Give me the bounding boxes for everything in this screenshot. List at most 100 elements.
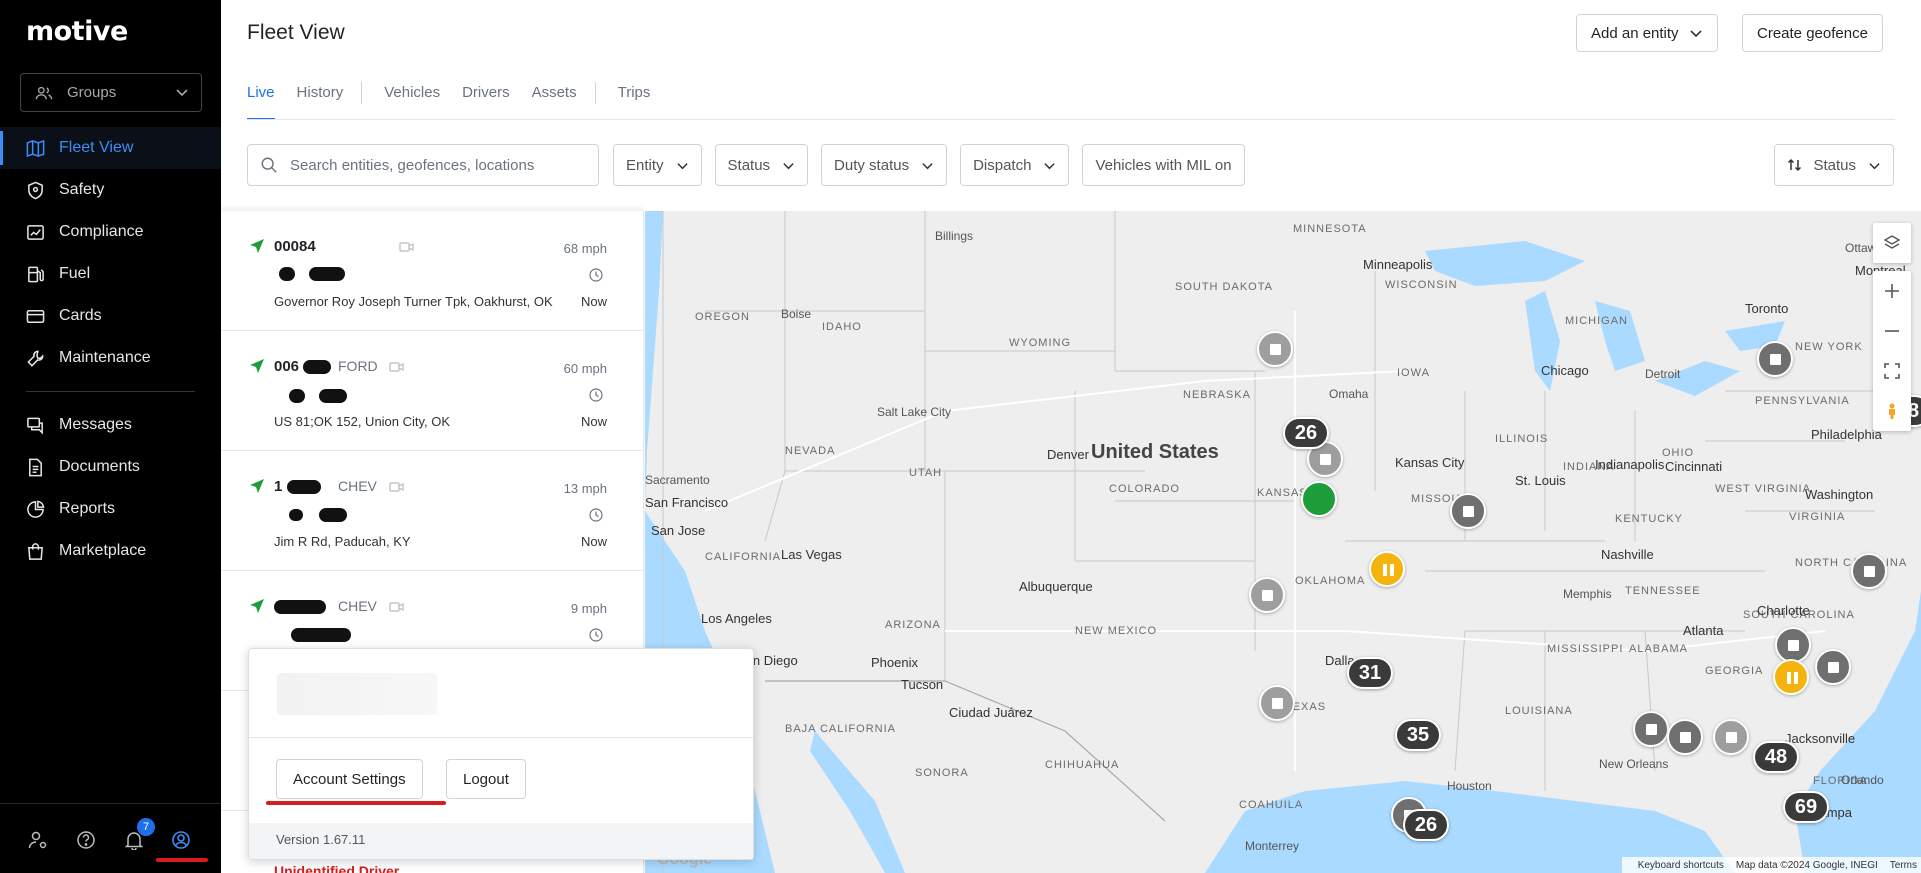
camera-icon [389, 482, 404, 492]
logout-button[interactable]: Logout [446, 759, 526, 799]
account-icon[interactable] [171, 830, 191, 850]
status-filter[interactable]: Status [714, 144, 809, 186]
fleet-map[interactable]: MINNESOTA SOUTH DAKOTA WISCONSIN MICHIGA… [645, 211, 1921, 873]
vehicle-cluster[interactable]: 35 [1395, 719, 1441, 751]
tab-drivers[interactable]: Drivers [462, 84, 510, 120]
tab-trips[interactable]: Trips [618, 84, 651, 120]
zoom-out-button[interactable] [1873, 311, 1911, 351]
version-text: Version 1.67.11 [249, 823, 753, 859]
minus-icon [1885, 330, 1899, 332]
help-icon[interactable] [76, 830, 96, 850]
clock-icon [589, 268, 603, 282]
sidebar-item-documents[interactable]: Documents [0, 446, 221, 488]
mil-filter-button[interactable]: Vehicles with MIL on [1082, 144, 1245, 186]
sidebar-item-messages[interactable]: Messages [0, 404, 221, 446]
account-settings-button[interactable]: Account Settings [276, 759, 423, 799]
sidebar-item-reports[interactable]: Reports [0, 488, 221, 530]
vehicle-cluster[interactable]: 26 [1403, 809, 1449, 841]
add-entity-button[interactable]: Add an entity [1576, 14, 1718, 52]
chevron-down-icon [922, 162, 933, 169]
camera-icon [399, 242, 414, 252]
user-settings-icon[interactable] [28, 830, 48, 850]
layers-button[interactable] [1873, 223, 1911, 263]
vehicle-row[interactable]: 1 CHEV 13 mph Jim R Rd, Paducah, KY Now [221, 451, 643, 571]
map-city-label: Omaha [1329, 387, 1369, 401]
vehicle-cluster[interactable]: 69 [1783, 791, 1829, 823]
account-highlight-underline [156, 858, 208, 862]
map-state-label: PENNSYLVANIA [1755, 395, 1850, 407]
create-geofence-label: Create geofence [1757, 24, 1868, 42]
sidebar-item-compliance[interactable]: Compliance [0, 211, 221, 253]
vehicle-time: Now [580, 414, 607, 429]
map-city-label: Washington [1805, 487, 1874, 502]
vehicle-marker[interactable] [1815, 649, 1851, 685]
vehicle-marker[interactable] [1851, 553, 1887, 589]
map-state-label: OHIO [1662, 447, 1695, 459]
clock-icon [589, 508, 603, 522]
driver-name-redacted [269, 387, 359, 403]
terms-link[interactable]: Terms [1890, 860, 1917, 871]
vehicle-row[interactable]: 006 FORD 60 mph US 81;OK 152, Union City… [221, 331, 643, 451]
entity-filter[interactable]: Entity [613, 144, 702, 186]
card-icon [26, 309, 45, 323]
vehicle-marker[interactable] [1450, 493, 1486, 529]
groups-dropdown[interactable]: Groups [20, 73, 202, 112]
tab-vehicles[interactable]: Vehicles [384, 84, 440, 120]
vehicle-marker[interactable] [1713, 719, 1749, 755]
map-state-label: COLORADO [1109, 483, 1180, 495]
vehicle-cluster[interactable]: 48 [1753, 741, 1799, 773]
vehicle-marker[interactable] [1633, 711, 1669, 747]
create-geofence-button[interactable]: Create geofence [1742, 14, 1883, 52]
sort-button[interactable]: Status [1774, 144, 1894, 186]
vehicle-marker[interactable] [1667, 719, 1703, 755]
zoom-in-button[interactable] [1873, 271, 1911, 311]
sidebar-item-safety[interactable]: Safety [0, 169, 221, 211]
vehicle-marker-moving[interactable] [1301, 481, 1337, 517]
vehicle-marker-idle[interactable] [1773, 659, 1809, 695]
map-city-label: Cincinnati [1665, 459, 1723, 474]
vehicle-marker-idle[interactable] [1369, 551, 1405, 587]
map-state-label: ARIZONA [885, 619, 941, 631]
keyboard-shortcuts-link[interactable]: Keyboard shortcuts [1638, 860, 1724, 871]
sidebar-item-fleet-view[interactable]: Fleet View [0, 127, 221, 169]
camera-icon [389, 602, 404, 612]
vehicle-marker[interactable] [1259, 685, 1295, 721]
duty-status-filter[interactable]: Duty status [821, 144, 948, 186]
shield-icon [28, 181, 43, 199]
map-state-label: IOWA [1397, 367, 1430, 379]
account-settings-highlight [266, 801, 446, 805]
map-city-label: Kansas City [1395, 455, 1465, 470]
vehicle-cluster[interactable]: 26 [1283, 417, 1329, 449]
map-state-label: CHIHUAHUA [1045, 759, 1120, 771]
popup-divider [249, 737, 753, 738]
map-layers-control[interactable] [1873, 223, 1911, 263]
map-state-label: IDAHO [822, 321, 862, 333]
vehicle-marker[interactable] [1757, 341, 1793, 377]
user-name-blurred [277, 673, 437, 715]
search-box[interactable] [247, 144, 599, 186]
tab-assets[interactable]: Assets [532, 84, 577, 120]
dispatch-filter[interactable]: Dispatch [960, 144, 1070, 186]
vehicle-marker[interactable] [1775, 627, 1811, 663]
map-city-label: Phoenix [871, 655, 918, 670]
vehicle-row[interactable]: 00084 68 mph Governor Roy Joseph Turner … [221, 211, 643, 331]
vehicle-marker[interactable] [1257, 331, 1293, 367]
street-view-button[interactable] [1873, 391, 1911, 431]
fullscreen-button[interactable] [1873, 351, 1911, 391]
motive-logo[interactable]: motive [26, 16, 128, 47]
tab-history[interactable]: History [297, 84, 344, 120]
sidebar-item-marketplace[interactable]: Marketplace [0, 530, 221, 572]
vehicle-marker[interactable] [1249, 577, 1285, 613]
tab-live[interactable]: Live [247, 84, 275, 120]
vehicle-cluster[interactable]: 31 [1347, 657, 1393, 689]
map-city-label: Denver [1047, 447, 1089, 462]
map-state-label: MICHIGAN [1565, 315, 1628, 327]
vehicle-speed: 68 mph [563, 241, 607, 256]
sidebar-item-cards[interactable]: Cards [0, 295, 221, 337]
unidentified-driver-label: Unidentified Driver [274, 863, 400, 873]
search-input[interactable] [290, 156, 580, 174]
sidebar-item-fuel[interactable]: Fuel [0, 253, 221, 295]
driver-name-redacted [269, 507, 359, 522]
sidebar-item-maintenance[interactable]: Maintenance [0, 337, 221, 379]
sidebar-item-label: Documents [59, 458, 140, 475]
